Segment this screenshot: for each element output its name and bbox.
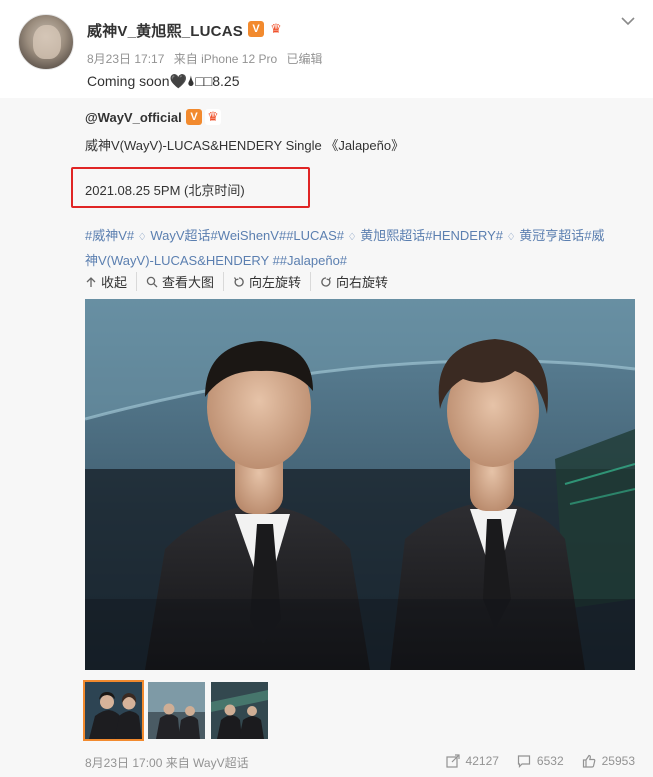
comment-count-button[interactable]: 6532 — [517, 754, 564, 768]
repost-count: 42127 — [465, 754, 499, 768]
rotate-left-label: 向左旋转 — [249, 275, 302, 290]
hashtags: #威神V# ♢ WayV超话#WeiShenV##LUCAS# ♢ 黄旭熙超话#… — [85, 224, 641, 272]
post-source: 来自 iPhone 12 Pro — [173, 52, 278, 66]
diamond-icon: ♢ — [137, 232, 147, 243]
hashtag[interactable]: WayV超话#WeiShenV##LUCAS# — [150, 228, 344, 243]
thumbnail-2[interactable] — [148, 682, 205, 739]
image-actions: 收起 查看大图 向左旋转 向右旋转 — [85, 272, 406, 291]
main-photo[interactable] — [85, 299, 635, 670]
thumbnail-image — [85, 682, 142, 739]
crown-badge-icon: ♛ — [205, 109, 221, 125]
collapse-icon — [86, 276, 96, 287]
diamond-icon: ♢ — [347, 232, 357, 243]
hashtag[interactable]: 黄旭熙超话#HENDERY# — [360, 228, 503, 243]
thumbnail-strip — [83, 680, 268, 741]
repost-footer-time[interactable]: 8月23日 17:00 来自 WayV超话 — [85, 754, 249, 771]
original-author-badges: V ♛ — [186, 109, 221, 125]
photo-illustration — [85, 299, 635, 670]
like-icon — [582, 754, 595, 768]
engagement-stats: 42127 6532 25953 — [445, 754, 635, 768]
view-large-button[interactable]: 查看大图 — [146, 272, 225, 291]
crown-badge-icon: ♛ — [268, 21, 284, 37]
rotate-right-icon — [321, 276, 332, 287]
collapse-button[interactable]: 收起 — [85, 272, 138, 291]
comment-count: 6532 — [536, 754, 564, 768]
post-date[interactable]: 8月23日 17:17 — [87, 52, 164, 66]
diamond-icon: ♢ — [506, 232, 516, 243]
original-title: 威神V(WayV)-LUCAS&HENDERY Single 《Jalapeño… — [85, 138, 405, 153]
view-large-label: 查看大图 — [162, 275, 215, 290]
weibo-post: 威神V_黄旭熙_LUCAS V ♛ 8月23日 17:17 来自 iPhone … — [0, 0, 653, 777]
collapse-label: 收起 — [101, 275, 128, 290]
rotate-left-icon — [234, 276, 244, 287]
post-meta: 8月23日 17:17 来自 iPhone 12 Pro 已编辑 — [87, 50, 328, 67]
post-caption: Coming soon🖤🌢□□8.25 — [87, 73, 240, 89]
repost-count-button[interactable]: 42127 — [445, 754, 499, 768]
rotate-right-label: 向右旋转 — [336, 275, 389, 290]
share-icon — [445, 754, 460, 768]
thumbnail-image — [148, 682, 205, 739]
rotate-right-button[interactable]: 向右旋转 — [320, 272, 397, 291]
avatar[interactable] — [18, 14, 74, 70]
hashtags-line-1: #威神V# ♢ WayV超话#WeiShenV##LUCAS# ♢ 黄旭熙超话#… — [85, 224, 641, 249]
chevron-down-icon[interactable] — [619, 12, 637, 30]
search-icon — [146, 276, 158, 287]
thumbnail-image — [211, 682, 268, 739]
original-author[interactable]: @WayV_official — [85, 110, 182, 125]
like-count: 25953 — [601, 754, 635, 768]
verified-badge-icon: V — [248, 21, 264, 37]
user-badges: V ♛ — [248, 21, 284, 37]
release-date: 2021.08.25 5PM (北京时间) — [85, 183, 245, 198]
thumbnail-1[interactable] — [83, 680, 144, 741]
hashtags-line-2[interactable]: 神V(WayV)-LUCAS&HENDERY ##Jalapeño# — [85, 249, 641, 272]
comment-icon — [517, 755, 531, 768]
rotate-left-button[interactable]: 向左旋转 — [233, 272, 312, 291]
username[interactable]: 威神V_黄旭熙_LUCAS — [87, 20, 243, 41]
hashtag[interactable]: 黄冠亨超话#威 — [519, 228, 604, 243]
thumbnail-3[interactable] — [211, 682, 268, 739]
verified-badge-icon: V — [186, 109, 202, 125]
repost-panel: @WayV_official V ♛ 威神V(WayV)-LUCAS&HENDE… — [0, 98, 653, 777]
like-count-button[interactable]: 25953 — [582, 754, 635, 768]
edited-label[interactable]: 已编辑 — [286, 52, 322, 66]
hashtag[interactable]: #威神V# — [85, 228, 134, 243]
